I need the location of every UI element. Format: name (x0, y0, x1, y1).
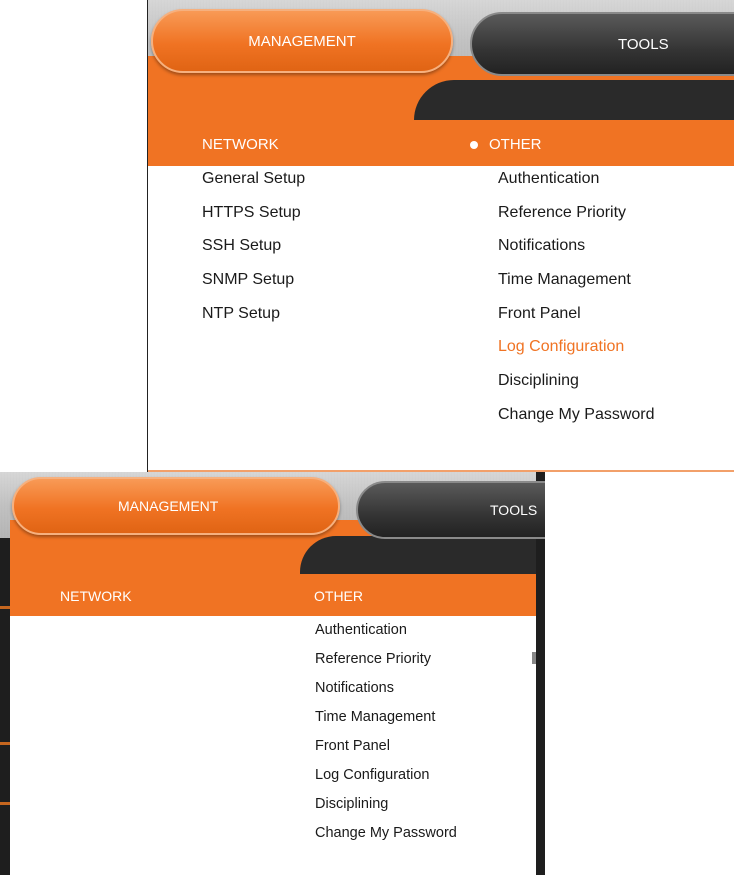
menu-item-time-management[interactable]: Time Management (315, 709, 457, 738)
menu-item-time-management[interactable]: Time Management (498, 271, 655, 305)
tab-tools-label: TOOLS (490, 502, 538, 518)
tab-management[interactable]: MANAGEMENT (12, 477, 340, 535)
section-header-network: NETWORK (60, 588, 132, 604)
menu-item-disciplining[interactable]: Disciplining (498, 372, 655, 406)
tab-management-label: MANAGEMENT (248, 32, 356, 50)
divider (0, 802, 10, 805)
menu-item-general-setup[interactable]: General Setup (202, 170, 305, 204)
menu-item-reference-priority[interactable]: Reference Priority (498, 204, 655, 238)
menu-item-change-my-password[interactable]: Change My Password (315, 825, 457, 854)
menu-item-log-configuration[interactable]: Log Configuration (315, 767, 457, 796)
menu-item-notifications[interactable]: Notifications (315, 680, 457, 709)
submenu-strip (300, 536, 545, 574)
submenu-strip (414, 80, 734, 120)
tab-management-label: MANAGEMENT (118, 498, 219, 514)
tab-tools-label: TOOLS (618, 35, 669, 53)
section-header-other: OTHER (470, 136, 542, 153)
other-menu-list: Authentication Reference Priority Notifi… (498, 170, 655, 440)
menu-item-https-setup[interactable]: HTTPS Setup (202, 204, 305, 238)
bullet-icon (470, 140, 478, 149)
menu-item-disciplining[interactable]: Disciplining (315, 796, 457, 825)
menu-panel-collapsed: MANAGEMENT TOOLS NETWORK OTHER Authentic… (0, 472, 545, 875)
menu-item-change-my-password[interactable]: Change My Password (498, 406, 655, 440)
tab-tools[interactable]: TOOLS (356, 481, 545, 539)
menu-item-authentication[interactable]: Authentication (315, 622, 457, 651)
menu-item-ssh-setup[interactable]: SSH Setup (202, 237, 305, 271)
menu-item-ntp-setup[interactable]: NTP Setup (202, 305, 305, 339)
section-header-other-label: OTHER (489, 136, 542, 153)
menu-item-notifications[interactable]: Notifications (498, 237, 655, 271)
tab-tools[interactable]: TOOLS (470, 12, 734, 76)
divider (0, 742, 10, 745)
other-menu-list: Authentication Reference Priority Notifi… (315, 622, 457, 854)
menu-item-snmp-setup[interactable]: SNMP Setup (202, 271, 305, 305)
divider (0, 606, 10, 609)
background-page-edge (0, 538, 10, 875)
menu-panel-full: MANAGEMENT TOOLS NETWORK OTHER General S… (148, 0, 734, 474)
menu-item-log-configuration[interactable]: Log Configuration (498, 338, 655, 372)
menu-item-front-panel[interactable]: Front Panel (498, 305, 655, 339)
menu-item-reference-priority[interactable]: Reference Priority (315, 651, 457, 680)
network-menu-list: General Setup HTTPS Setup SSH Setup SNMP… (202, 170, 305, 338)
tab-management[interactable]: MANAGEMENT (151, 9, 453, 73)
menu-item-authentication[interactable]: Authentication (498, 170, 655, 204)
section-header-other: OTHER (314, 588, 363, 604)
menu-item-front-panel[interactable]: Front Panel (315, 738, 457, 767)
divider (532, 652, 536, 664)
section-header-network: NETWORK (202, 136, 279, 153)
